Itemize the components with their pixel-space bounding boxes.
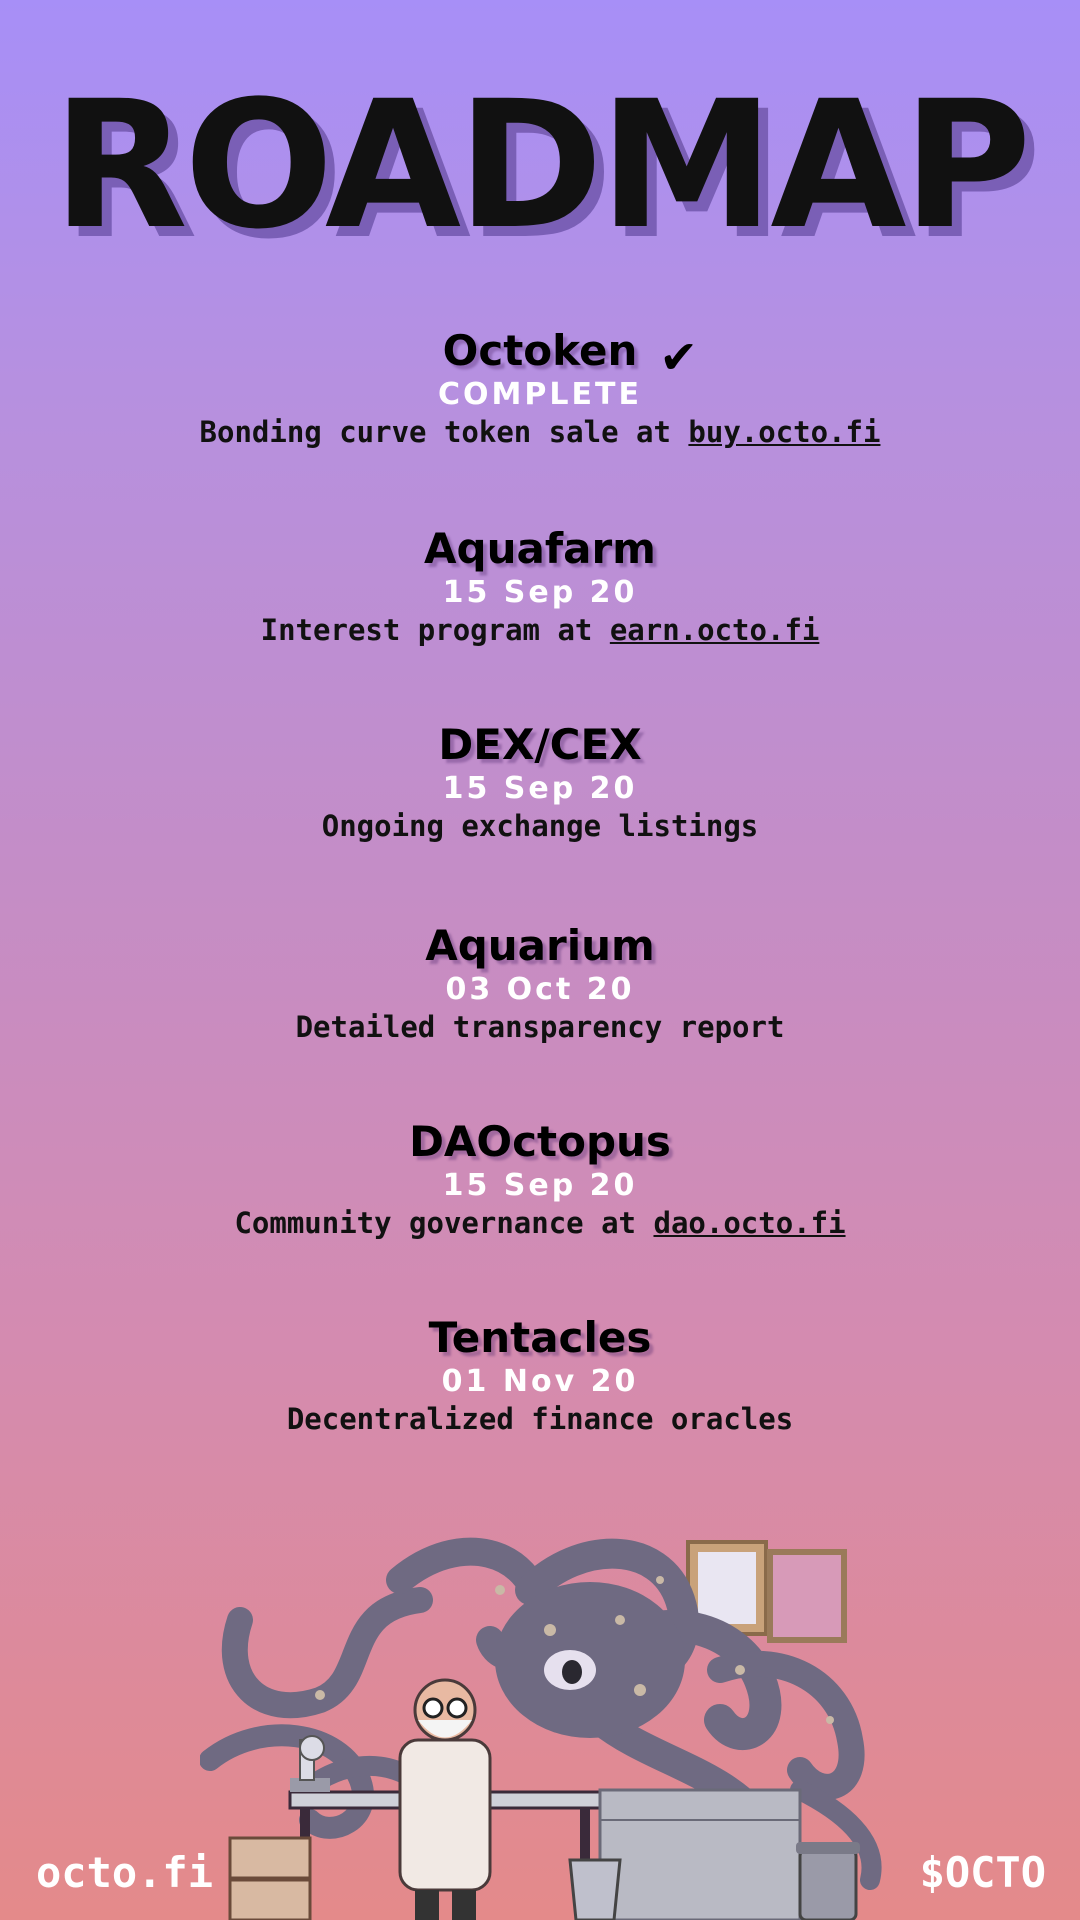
milestone-description: Ongoing exchange listings bbox=[321, 809, 759, 843]
milestone-date: 15 Sep 20 bbox=[442, 575, 638, 610]
milestone-description: Community governance at dao.octo.fi bbox=[0, 1206, 1080, 1241]
milestone-date: 15 Sep 20 bbox=[442, 1168, 638, 1203]
milestone-tentacles: Tentacles 01 Nov 20 Decentralized financ… bbox=[0, 1317, 1080, 1437]
milestone-description: Decentralized finance oracles bbox=[286, 1402, 794, 1436]
checkmark-icon: ✔ bbox=[659, 330, 698, 384]
footer-ticker: $OCTO bbox=[919, 1848, 1046, 1897]
milestone-description-text: Community governance at bbox=[234, 1206, 654, 1240]
milestone-description: Bonding curve token sale at buy.octo.fi bbox=[0, 415, 1080, 450]
scientist-figure bbox=[398, 1678, 492, 1920]
milestone-date: 15 Sep 20 bbox=[442, 771, 638, 806]
milestone-description: Interest program at earn.octo.fi bbox=[0, 613, 1080, 648]
milestone-description: Detailed transparency report bbox=[295, 1010, 785, 1044]
milestone-dex-cex: DEX/CEX 15 Sep 20 Ongoing exchange listi… bbox=[0, 724, 1080, 844]
milestone-name: DAOctopus bbox=[409, 1117, 671, 1166]
milestone-description-text: Interest program at bbox=[260, 613, 610, 647]
footer-site-link[interactable]: octo.fi bbox=[36, 1852, 213, 1894]
milestone-name: DEX/CEX bbox=[438, 720, 642, 769]
milestone-status: COMPLETE bbox=[438, 377, 642, 412]
milestone-date: 03 Oct 20 bbox=[445, 972, 635, 1007]
lab-desk bbox=[288, 1788, 802, 1920]
milestone-date: 01 Nov 20 bbox=[441, 1364, 639, 1399]
milestone-daoctopus: DAOctopus 15 Sep 20 Community governance… bbox=[0, 1121, 1080, 1241]
milestone-octoken: Octoken ✔ COMPLETE Bonding curve token s… bbox=[0, 330, 1080, 450]
milestone-aquafarm: Aquafarm 15 Sep 20 Interest program at e… bbox=[0, 528, 1080, 648]
dao-link[interactable]: dao.octo.fi bbox=[653, 1206, 845, 1240]
trash-bin-icon bbox=[796, 1842, 860, 1920]
page-title: ROADMAP bbox=[52, 63, 1031, 268]
octopus-scientist-illustration bbox=[200, 1537, 882, 1920]
milestone-name: Aquafarm bbox=[424, 524, 656, 573]
earn-link[interactable]: earn.octo.fi bbox=[610, 613, 820, 647]
buy-link[interactable]: buy.octo.fi bbox=[688, 415, 880, 449]
milestone-description-text: Bonding curve token sale at bbox=[199, 415, 689, 449]
boxes-icon bbox=[228, 1836, 312, 1920]
bucket-icon bbox=[568, 1858, 622, 1920]
milestone-name: Tentacles bbox=[428, 1313, 652, 1362]
milestone-aquarium: Aquarium 03 Oct 20 Detailed transparency… bbox=[0, 925, 1080, 1045]
milestone-name: Octoken bbox=[442, 326, 638, 375]
milestone-name: Aquarium bbox=[425, 921, 655, 970]
